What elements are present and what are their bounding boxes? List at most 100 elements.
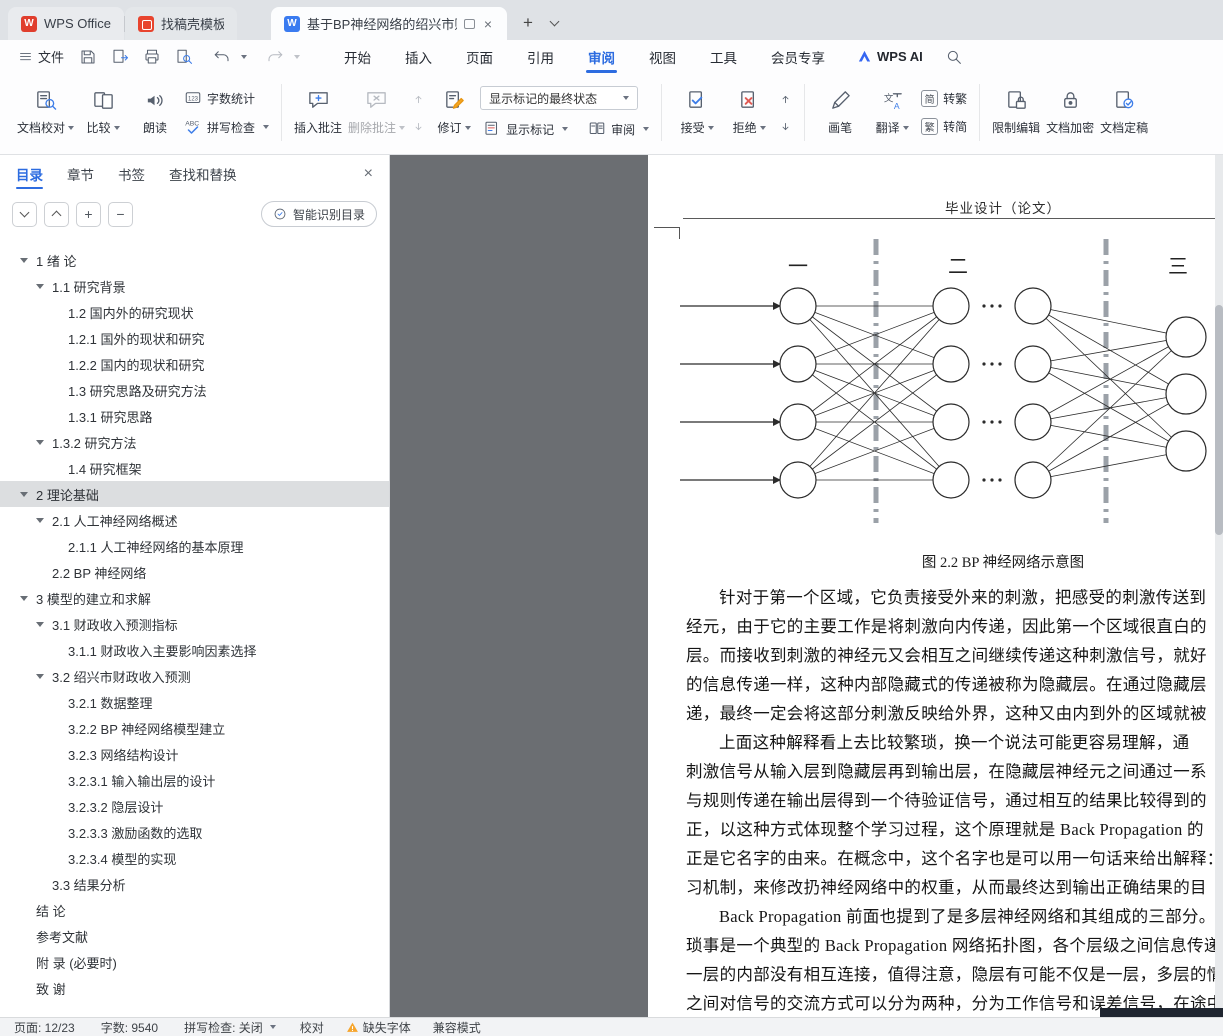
finalize-document-button[interactable]: 文档定稿 xyxy=(1097,80,1151,145)
export-icon[interactable] xyxy=(111,48,129,66)
review-pane-button[interactable]: 审阅 xyxy=(585,119,652,139)
show-markup-button[interactable]: 显示标记 xyxy=(480,119,571,139)
toc-item[interactable]: 致 谢 xyxy=(0,975,389,1001)
toc-item[interactable]: 3.1.1 财政收入主要影响因素选择 xyxy=(0,637,389,663)
wps-ai-button[interactable]: WPS AI xyxy=(857,49,923,64)
doc-proofread-button[interactable]: 文档校对 xyxy=(14,80,77,145)
menu-item-page[interactable]: 页面 xyxy=(464,40,495,73)
toc-item[interactable]: 1 绪 论 xyxy=(0,247,389,273)
reject-revision-button[interactable]: 拒绝 xyxy=(723,80,775,145)
toc-item[interactable]: 3.2.3.1 输入输出层的设计 xyxy=(0,767,389,793)
toc-item[interactable]: 1.4 研究框架 xyxy=(0,455,389,481)
menu-item-references[interactable]: 引用 xyxy=(525,40,556,73)
compat-mode-indicator[interactable]: 兼容模式 xyxy=(433,1019,481,1036)
tab-template-doc[interactable]: 找稿壳模板 xyxy=(125,7,237,40)
toc-item[interactable]: 3.2.3.3 激励函数的选取 xyxy=(0,819,389,845)
document-canvas[interactable]: 毕业设计（论文） 一 二 三 图 2.2 BP 神经网络示意图 针对于第一个区域，它… xyxy=(390,155,1223,1017)
close-icon[interactable]: × xyxy=(364,165,373,183)
restrict-editing-button[interactable]: 限制编辑 xyxy=(989,80,1043,145)
previous-revision-button[interactable] xyxy=(775,90,795,108)
pen-button[interactable]: 画笔 xyxy=(814,80,866,145)
toc-expand-arrow-icon[interactable] xyxy=(20,595,28,601)
encrypt-document-button[interactable]: 文档加密 xyxy=(1043,80,1097,145)
toc-item[interactable]: 3.2.3 网络结构设计 xyxy=(0,741,389,767)
sidebar-tab-bookmarks[interactable]: 书签 xyxy=(118,155,145,193)
next-revision-button[interactable] xyxy=(775,117,795,135)
compare-button[interactable]: 比较 xyxy=(77,80,129,145)
menu-item-review[interactable]: 审阅 xyxy=(586,40,618,73)
menu-item-insert[interactable]: 插入 xyxy=(403,40,434,73)
toc-item[interactable]: 1.2.2 国内的现状和研究 xyxy=(0,351,389,377)
menu-item-view[interactable]: 视图 xyxy=(647,40,678,73)
toc-item[interactable]: 3.2.1 数据整理 xyxy=(0,689,389,715)
font-increase-button[interactable]: + xyxy=(76,201,101,227)
to-simplified-button[interactable]: 繁 转简 xyxy=(918,117,970,136)
vertical-scrollbar[interactable] xyxy=(1215,155,1223,1008)
toc-item[interactable]: 2.1.1 人工神经网络的基本原理 xyxy=(0,533,389,559)
toc-item[interactable]: 3.3 结果分析 xyxy=(0,871,389,897)
font-decrease-button[interactable]: − xyxy=(108,201,133,227)
toc-item[interactable]: 1.3 研究思路及研究方法 xyxy=(0,377,389,403)
toc-expand-arrow-icon[interactable] xyxy=(20,257,28,263)
toc-expand-arrow-icon[interactable] xyxy=(36,673,44,679)
sidebar-tab-find-replace[interactable]: 查找和替换 xyxy=(169,155,237,193)
print-preview-icon[interactable] xyxy=(175,48,193,66)
menu-item-member[interactable]: 会员专享 xyxy=(769,40,827,73)
collapse-all-button[interactable] xyxy=(44,201,69,227)
vertical-scrollbar-thumb[interactable] xyxy=(1215,305,1223,535)
menu-item-tools[interactable]: 工具 xyxy=(708,40,739,73)
tab-active-document[interactable]: W 基于BP神经网络的绍兴市财政 × xyxy=(271,7,507,40)
toc-item[interactable]: 1.3.1 研究思路 xyxy=(0,403,389,429)
smart-toc-button[interactable]: 智能识别目录 xyxy=(260,201,377,227)
spell-check-button[interactable]: ABC 拼写检查 xyxy=(181,117,272,137)
close-icon[interactable]: × xyxy=(482,16,494,32)
toc-item[interactable]: 3.1 财政收入预测指标 xyxy=(0,611,389,637)
toc-item[interactable]: 1.3.2 研究方法 xyxy=(0,429,389,455)
print-icon[interactable] xyxy=(143,48,161,66)
save-icon[interactable] xyxy=(79,48,97,66)
translate-button[interactable]: 文A 翻译 xyxy=(866,80,918,145)
to-traditional-button[interactable]: 简 转繁 xyxy=(918,89,970,108)
toc-item[interactable]: 3.2.2 BP 神经网络模型建立 xyxy=(0,715,389,741)
toc-expand-arrow-icon[interactable] xyxy=(20,491,28,497)
toc-item[interactable]: 1.1 研究背景 xyxy=(0,273,389,299)
toc-expand-arrow-icon[interactable] xyxy=(36,517,44,523)
toc-expand-arrow-icon[interactable] xyxy=(36,621,44,627)
missing-font-warning[interactable]: 缺失字体 xyxy=(346,1019,411,1036)
file-menu-button[interactable]: 文件 xyxy=(10,40,72,73)
markup-state-dropdown[interactable]: 显示标记的最终状态 xyxy=(480,86,639,110)
toc-expand-arrow-icon[interactable] xyxy=(36,439,44,445)
page-indicator[interactable]: 页面: 12/23 xyxy=(14,1019,75,1036)
document-page[interactable]: 毕业设计（论文） 一 二 三 图 2.2 BP 神经网络示意图 针对于第一个区域，它… xyxy=(648,155,1223,1017)
toc-expand-arrow-icon[interactable] xyxy=(36,283,44,289)
expand-all-button[interactable] xyxy=(12,201,37,227)
tab-list-chevron-icon[interactable] xyxy=(543,12,565,34)
spellcheck-indicator[interactable]: 拼写检查: 关闭 xyxy=(184,1019,276,1036)
tab-wps-office[interactable]: W WPS Office xyxy=(8,7,124,40)
track-changes-button[interactable]: 修订 xyxy=(428,80,480,145)
accept-revision-button[interactable]: 接受 xyxy=(671,80,723,145)
word-count-button[interactable]: 123 字数统计 xyxy=(181,88,272,108)
toc-item[interactable]: 1.2.1 国外的现状和研究 xyxy=(0,325,389,351)
proofread-button[interactable]: 校对 xyxy=(300,1019,324,1036)
sidebar-tab-chapters[interactable]: 章节 xyxy=(67,155,94,193)
toc-item[interactable]: 1.2 国内外的研究现状 xyxy=(0,299,389,325)
toc-item[interactable]: 3.2 绍兴市财政收入预测 xyxy=(0,663,389,689)
toc-item[interactable]: 参考文献 xyxy=(0,923,389,949)
document-body-text[interactable]: 针对于第一个区域，它负责接受外来的刺激，把感受的刺激传送到 经元，由于它的主要工作… xyxy=(686,583,1223,1017)
toc-item[interactable]: 2.1 人工神经网络概述 xyxy=(0,507,389,533)
menu-item-home[interactable]: 开始 xyxy=(342,40,373,73)
word-count-indicator[interactable]: 字数: 9540 xyxy=(101,1019,158,1036)
toc-item[interactable]: 附 录 (必要时) xyxy=(0,949,389,975)
toc-item[interactable]: 3.2.3.4 模型的实现 xyxy=(0,845,389,871)
read-aloud-button[interactable]: 朗读 xyxy=(129,80,181,145)
new-tab-button[interactable]: + xyxy=(515,10,541,36)
undo-button[interactable] xyxy=(206,48,248,66)
sidebar-tab-toc[interactable]: 目录 xyxy=(16,155,43,193)
toc-item[interactable]: 结 论 xyxy=(0,897,389,923)
search-icon[interactable] xyxy=(945,48,963,66)
toc-item[interactable]: 3 模型的建立和求解 xyxy=(0,585,389,611)
toc-item[interactable]: 2 理论基础 xyxy=(0,481,389,507)
toc-item[interactable]: 3.2.3.2 隐层设计 xyxy=(0,793,389,819)
insert-comment-button[interactable]: 插入批注 xyxy=(291,80,345,145)
